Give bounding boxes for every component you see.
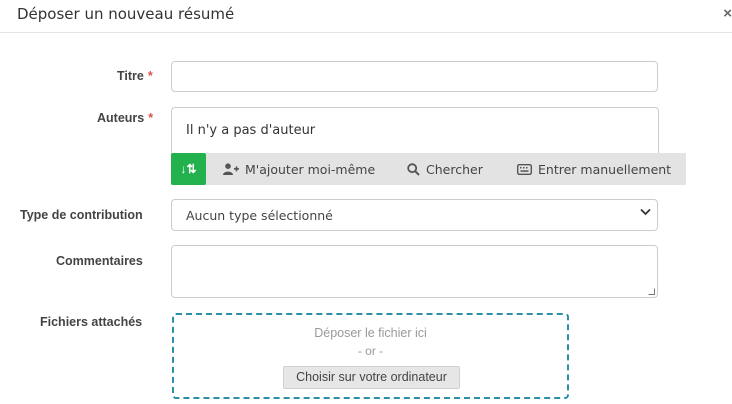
file-dropzone[interactable]: Déposer le fichier ici - or - Choisir su… — [172, 313, 569, 399]
dropzone-or-text: - or - — [357, 344, 384, 358]
sort-authors-button[interactable]: ↓⇅ — [171, 153, 206, 185]
required-mark: * — [148, 111, 154, 125]
choose-file-button[interactable]: Choisir sur votre ordinateur — [283, 366, 460, 389]
authors-list: Il n'y a pas d'auteur — [171, 107, 659, 154]
comments-textarea[interactable] — [171, 245, 658, 298]
user-plus-icon — [223, 163, 239, 175]
search-author-label: Chercher — [426, 161, 483, 177]
authors-empty-text: Il n'y a pas d'auteur — [186, 123, 316, 138]
enter-manually-label: Entrer manuellement — [538, 161, 672, 177]
modal-header: Déposer un nouveau résumé × — [0, 0, 732, 33]
modal-title: Déposer un nouveau résumé — [17, 5, 235, 23]
keyboard-icon — [517, 163, 532, 175]
title-input[interactable] — [171, 61, 658, 92]
author-toolbar: ↓⇅ M'ajouter moi-même Chercher Entrer ma… — [171, 153, 686, 185]
required-mark: * — [147, 69, 153, 83]
add-myself-button[interactable]: M'ajouter moi-même — [223, 153, 375, 185]
resize-handle-icon[interactable] — [648, 288, 655, 295]
title-label-text: Titre — [117, 69, 144, 83]
contribution-type-select[interactable]: Aucun type sélectionné — [171, 199, 658, 231]
contribution-type-label: Type de contribution — [20, 208, 143, 222]
title-label: Titre * — [117, 69, 153, 83]
contribution-type-value: Aucun type sélectionné — [186, 208, 333, 223]
authors-label-text: Auteurs — [97, 111, 145, 125]
sort-icon: ↓⇅ — [180, 162, 197, 176]
close-icon[interactable]: × — [723, 5, 732, 22]
dropzone-text: Déposer le fichier ici — [314, 326, 427, 340]
authors-label: Auteurs * — [97, 111, 153, 125]
search-author-button[interactable]: Chercher — [407, 153, 483, 185]
comments-label: Commentaires — [56, 254, 143, 268]
chevron-down-icon — [640, 207, 651, 219]
enter-manually-button[interactable]: Entrer manuellement — [517, 153, 671, 185]
add-myself-label: M'ajouter moi-même — [245, 161, 376, 177]
attachments-label: Fichiers attachés — [40, 315, 143, 329]
search-icon — [407, 162, 420, 176]
